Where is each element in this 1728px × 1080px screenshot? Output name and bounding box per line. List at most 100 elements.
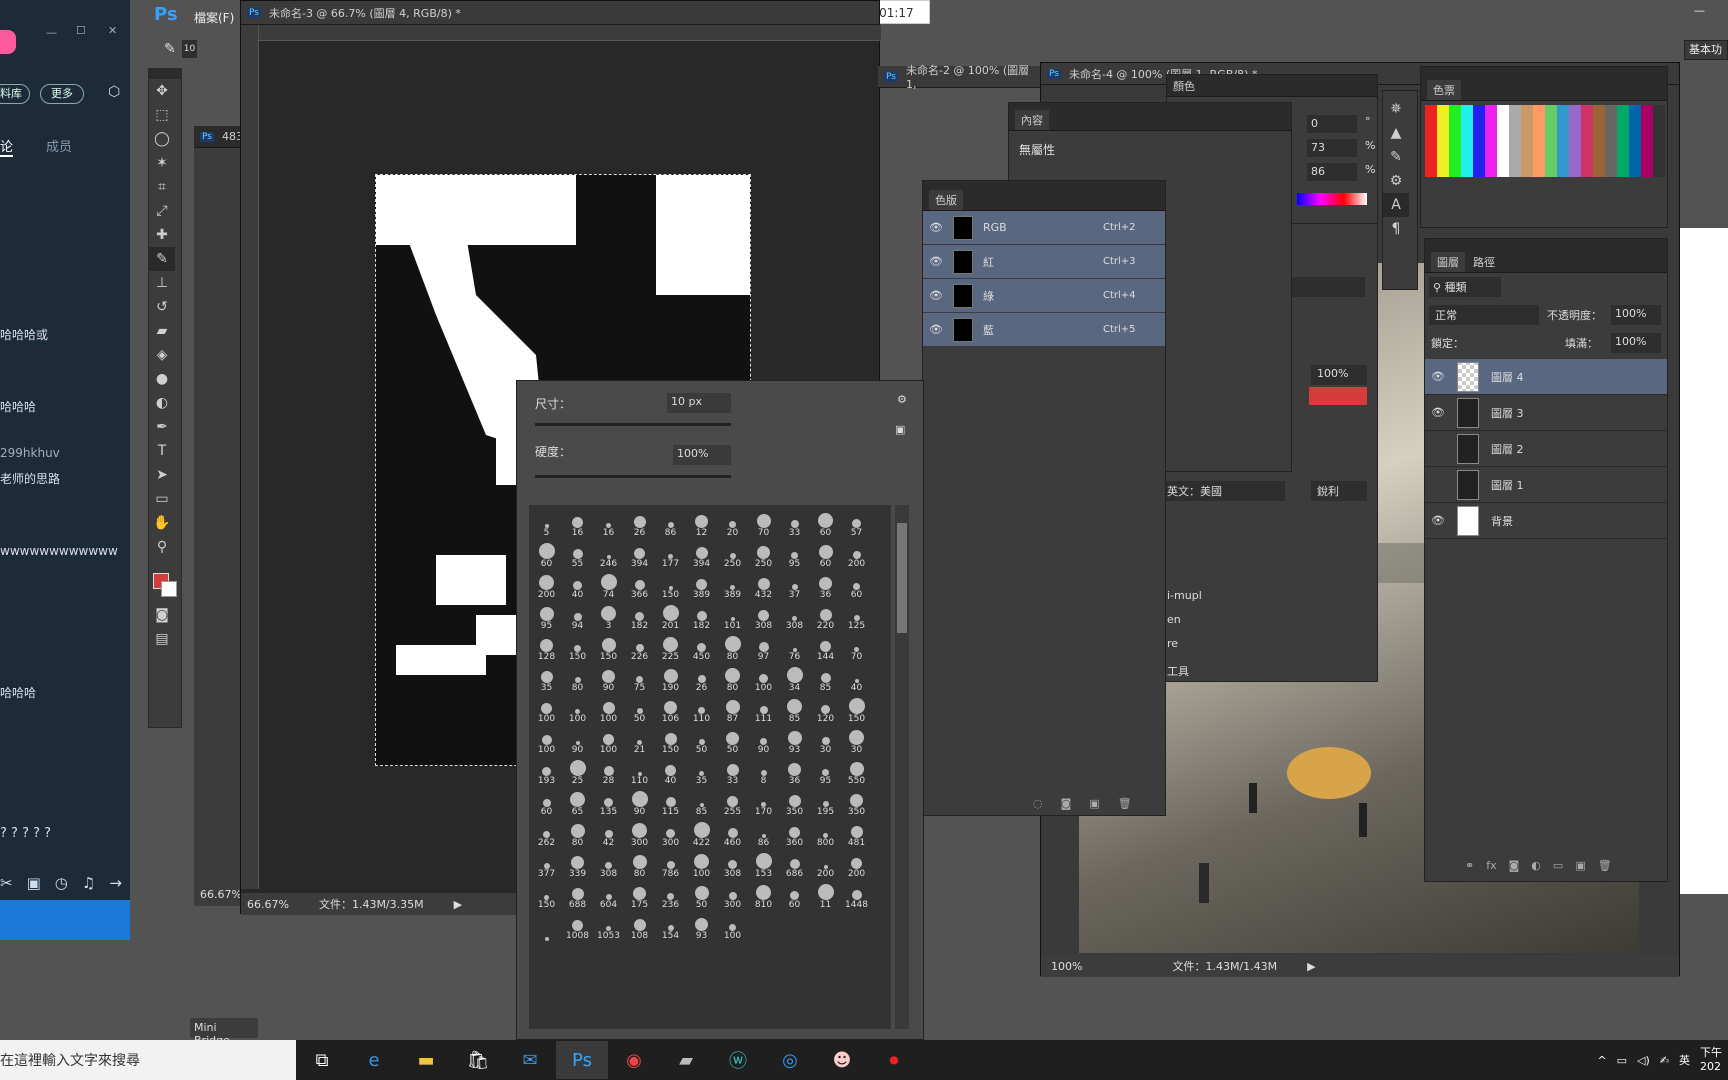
brush-preset[interactable]: 100 (748, 662, 779, 693)
brush-preset[interactable]: 16 (562, 507, 593, 538)
brush-preset[interactable]: 3 (593, 600, 624, 631)
c-app-icon[interactable]: ◎ (764, 1041, 816, 1079)
doc2-tab[interactable]: Ps 未命名-2 @ 100% (圖層 1, (878, 64, 1046, 91)
type-tool-icon[interactable]: T (149, 439, 175, 463)
brush-preset[interactable]: 604 (593, 879, 624, 910)
zoom-tool-icon[interactable]: ⚲ (149, 535, 175, 559)
adjustment-icon[interactable]: ◐ (1531, 859, 1541, 872)
brush-preset[interactable]: 60 (810, 538, 841, 569)
chat-btn-library[interactable]: 料库 (0, 84, 30, 104)
brush-preset[interactable]: 42 (593, 817, 624, 848)
brush-preset[interactable]: 50 (686, 724, 717, 755)
chrome-icon[interactable]: ◉ (608, 1041, 660, 1079)
paths-tab[interactable]: 路徑 (1467, 252, 1501, 272)
clock-icon[interactable]: ◷ (55, 874, 68, 892)
marquee-tool-icon[interactable]: ⬚ (149, 103, 175, 127)
mask-icon[interactable]: ◙ (1509, 859, 1520, 872)
brush-preset[interactable]: 86 (748, 817, 779, 848)
brush-preset[interactable]: 377 (531, 848, 562, 879)
brush-preset[interactable]: 60 (531, 538, 562, 569)
brush-preset[interactable]: 8 (748, 755, 779, 786)
brush-preset[interactable]: 90 (624, 786, 655, 817)
fx-icon[interactable]: fx (1486, 859, 1496, 872)
arrow-right-icon[interactable]: ▶ (1307, 960, 1315, 973)
brush-preset[interactable]: 33 (779, 507, 810, 538)
pen-tool-icon[interactable]: ✒ (149, 415, 175, 439)
brush-preset[interactable]: 60 (779, 879, 810, 910)
trash-icon[interactable]: 🗑 (1118, 797, 1132, 810)
brush-preset[interactable]: 80 (624, 848, 655, 879)
brush-preset[interactable]: 35 (531, 662, 562, 693)
brush-size-preview[interactable]: 10 (181, 40, 198, 58)
brush-preset[interactable]: 80 (562, 817, 593, 848)
brush-preset[interactable]: 182 (624, 600, 655, 631)
channel-row[interactable]: 👁 藍 Ctrl+5 (923, 313, 1165, 347)
layer-row[interactable]: 👁 圖層 3 (1425, 395, 1667, 431)
brush-preset[interactable]: 106 (655, 693, 686, 724)
eye-icon[interactable]: 👁 (929, 323, 943, 336)
doc4-zoom[interactable]: 100% (1051, 960, 1082, 973)
char-list-item[interactable]: en (1167, 613, 1181, 626)
channel-row[interactable]: 👁 RGB Ctrl+2 (923, 211, 1165, 245)
brush-preset[interactable]: 93 (686, 910, 717, 941)
brush-preset[interactable]: 550 (841, 755, 872, 786)
brush-preset[interactable]: 25 (562, 755, 593, 786)
brush-preset[interactable]: 101 (717, 600, 748, 631)
brush-preset[interactable]: 182 (686, 600, 717, 631)
brush-preset[interactable]: 95 (810, 755, 841, 786)
brush-preset[interactable]: 76 (779, 631, 810, 662)
chevron-up-icon[interactable]: ^ (1597, 1054, 1606, 1067)
brush-preset[interactable]: 85 (686, 786, 717, 817)
explorer-icon[interactable]: ▬ (400, 1041, 452, 1079)
brush-preset[interactable]: 193 (531, 755, 562, 786)
brush-preset[interactable]: 389 (686, 569, 717, 600)
menu-file[interactable]: 檔案(F) (194, 9, 234, 26)
visibility-icon[interactable]: 👁 (1431, 514, 1445, 527)
brush-preset[interactable]: 786 (655, 848, 686, 879)
brush-preset[interactable]: 1448 (841, 879, 872, 910)
brush-preset[interactable]: 100 (686, 848, 717, 879)
brush-preset[interactable]: 16 (593, 507, 624, 538)
mail-icon[interactable]: ✉ (504, 1041, 556, 1079)
new-preset-icon[interactable]: ▣ (895, 423, 905, 436)
brush-preset[interactable]: 100 (717, 910, 748, 941)
brush-preset[interactable]: 120 (810, 693, 841, 724)
brush-preset[interactable]: 226 (624, 631, 655, 662)
brush-preset[interactable]: 11 (810, 879, 841, 910)
brush-preset[interactable]: 97 (748, 631, 779, 662)
magic-wand-icon[interactable]: ✶ (149, 151, 175, 175)
compass-icon[interactable]: ✵ (1383, 97, 1409, 121)
eye-icon[interactable]: 👁 (929, 255, 943, 268)
brush-preset[interactable]: 128 (531, 631, 562, 662)
brush-preset[interactable]: 95 (531, 600, 562, 631)
search-box[interactable]: 在這裡輸入文字來搜尋 (0, 1040, 296, 1080)
brush-preset[interactable]: 150 (655, 724, 686, 755)
layer-row[interactable]: 👁 圖層 4 (1425, 359, 1667, 395)
network-icon[interactable]: ▭ (1617, 1054, 1627, 1067)
workspace-button[interactable]: 基本功 (1684, 40, 1728, 60)
swatches-tab[interactable]: 色票 (1427, 80, 1461, 100)
arrow-right-icon[interactable]: ▶ (454, 898, 462, 911)
brush-preset[interactable]: 65 (562, 786, 593, 817)
brush-preset[interactable]: 308 (593, 848, 624, 879)
brush-preset[interactable]: 21 (624, 724, 655, 755)
brush-preset[interactable]: 70 (841, 631, 872, 662)
screen-mode-icon[interactable]: ▤ (149, 627, 175, 651)
ime-lang[interactable]: 英 (1679, 1052, 1690, 1068)
brush-preset[interactable]: 250 (748, 538, 779, 569)
brush-preset[interactable]: 28 (593, 755, 624, 786)
size-slider[interactable] (535, 423, 731, 426)
clock-time[interactable]: 下午 (1700, 1046, 1722, 1060)
eye-icon[interactable]: 👁 (929, 221, 943, 234)
brush-preset[interactable]: 35 (686, 755, 717, 786)
size-input[interactable]: 10 px (667, 393, 731, 413)
brush-preset[interactable]: 339 (562, 848, 593, 879)
brush-preset[interactable]: 175 (624, 879, 655, 910)
brush-preset[interactable]: 177 (655, 538, 686, 569)
volume-icon[interactable]: ◁) (1637, 1054, 1650, 1067)
path-select-icon[interactable]: ➤ (149, 463, 175, 487)
brush-preset[interactable]: 300 (624, 817, 655, 848)
mask-icon[interactable]: ◙ (1061, 797, 1072, 810)
histogram-icon[interactable]: ▲ (1383, 121, 1409, 145)
swatch-grid[interactable] (1425, 105, 1665, 177)
